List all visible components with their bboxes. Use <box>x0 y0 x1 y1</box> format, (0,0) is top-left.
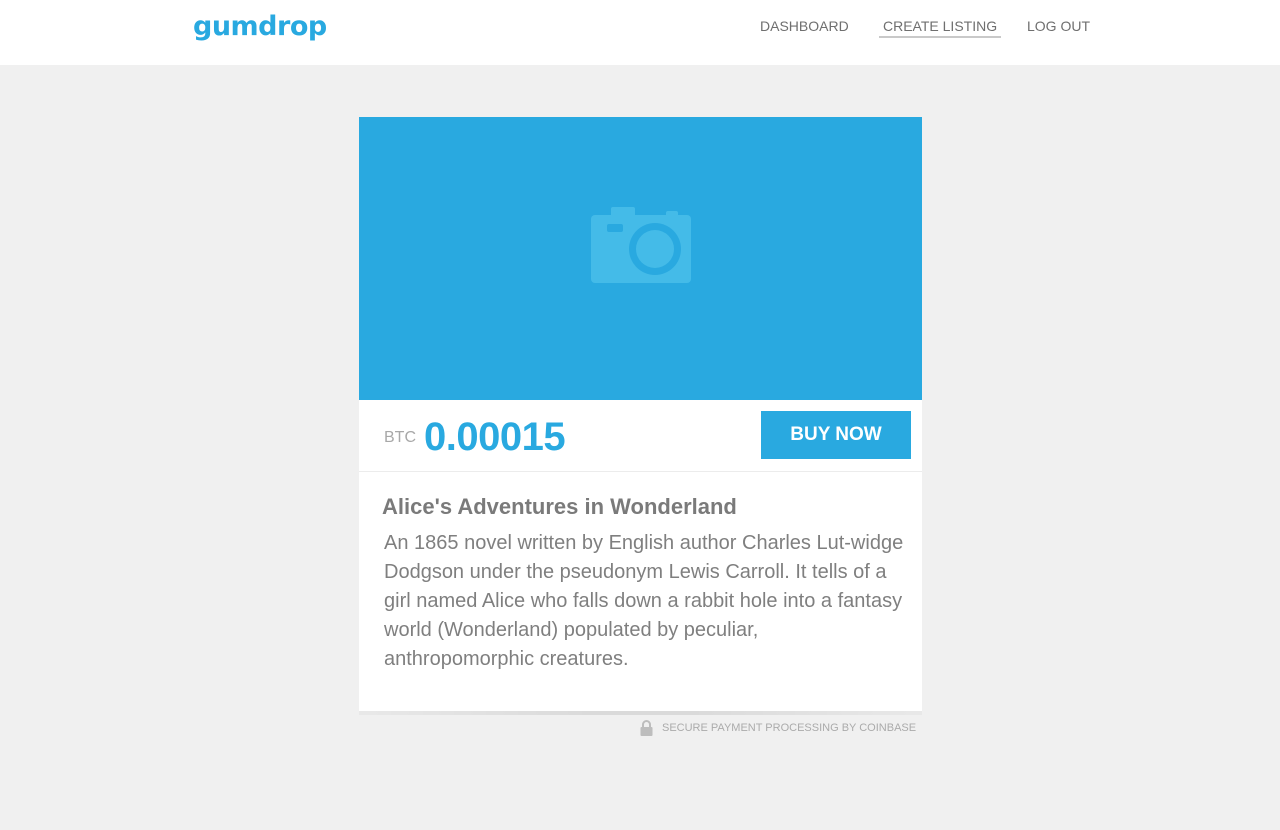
buy-now-button[interactable]: BUY NOW <box>761 411 911 459</box>
card-shadow <box>359 711 922 715</box>
listing-card: BTC 0.00015 BUY NOW Alice's Adventures i… <box>359 117 922 711</box>
nav-create-listing[interactable]: CREATE LISTING <box>879 16 1002 38</box>
top-navigation-bar: gumdrop DASHBOARD CREATE LISTING LOG OUT <box>0 0 1280 65</box>
listing-image-placeholder <box>359 117 922 400</box>
camera-icon <box>591 207 691 283</box>
nav-dashboard[interactable]: DASHBOARD <box>760 16 849 38</box>
listing-title: Alice's Adventures in Wonderland <box>382 494 737 519</box>
listing-description: An 1865 novel written by English author … <box>384 532 904 670</box>
price-bar: BTC 0.00015 BUY NOW <box>359 400 922 472</box>
secure-payment-text: SECURE PAYMENT PROCESSING BY COINBASE <box>662 722 917 734</box>
nav-log-out[interactable]: LOG OUT <box>1027 16 1090 38</box>
currency-label: BTC <box>384 429 416 446</box>
logo[interactable]: gumdrop <box>193 10 327 44</box>
lock-icon <box>640 720 653 736</box>
price-amount: 0.00015 <box>424 415 566 459</box>
